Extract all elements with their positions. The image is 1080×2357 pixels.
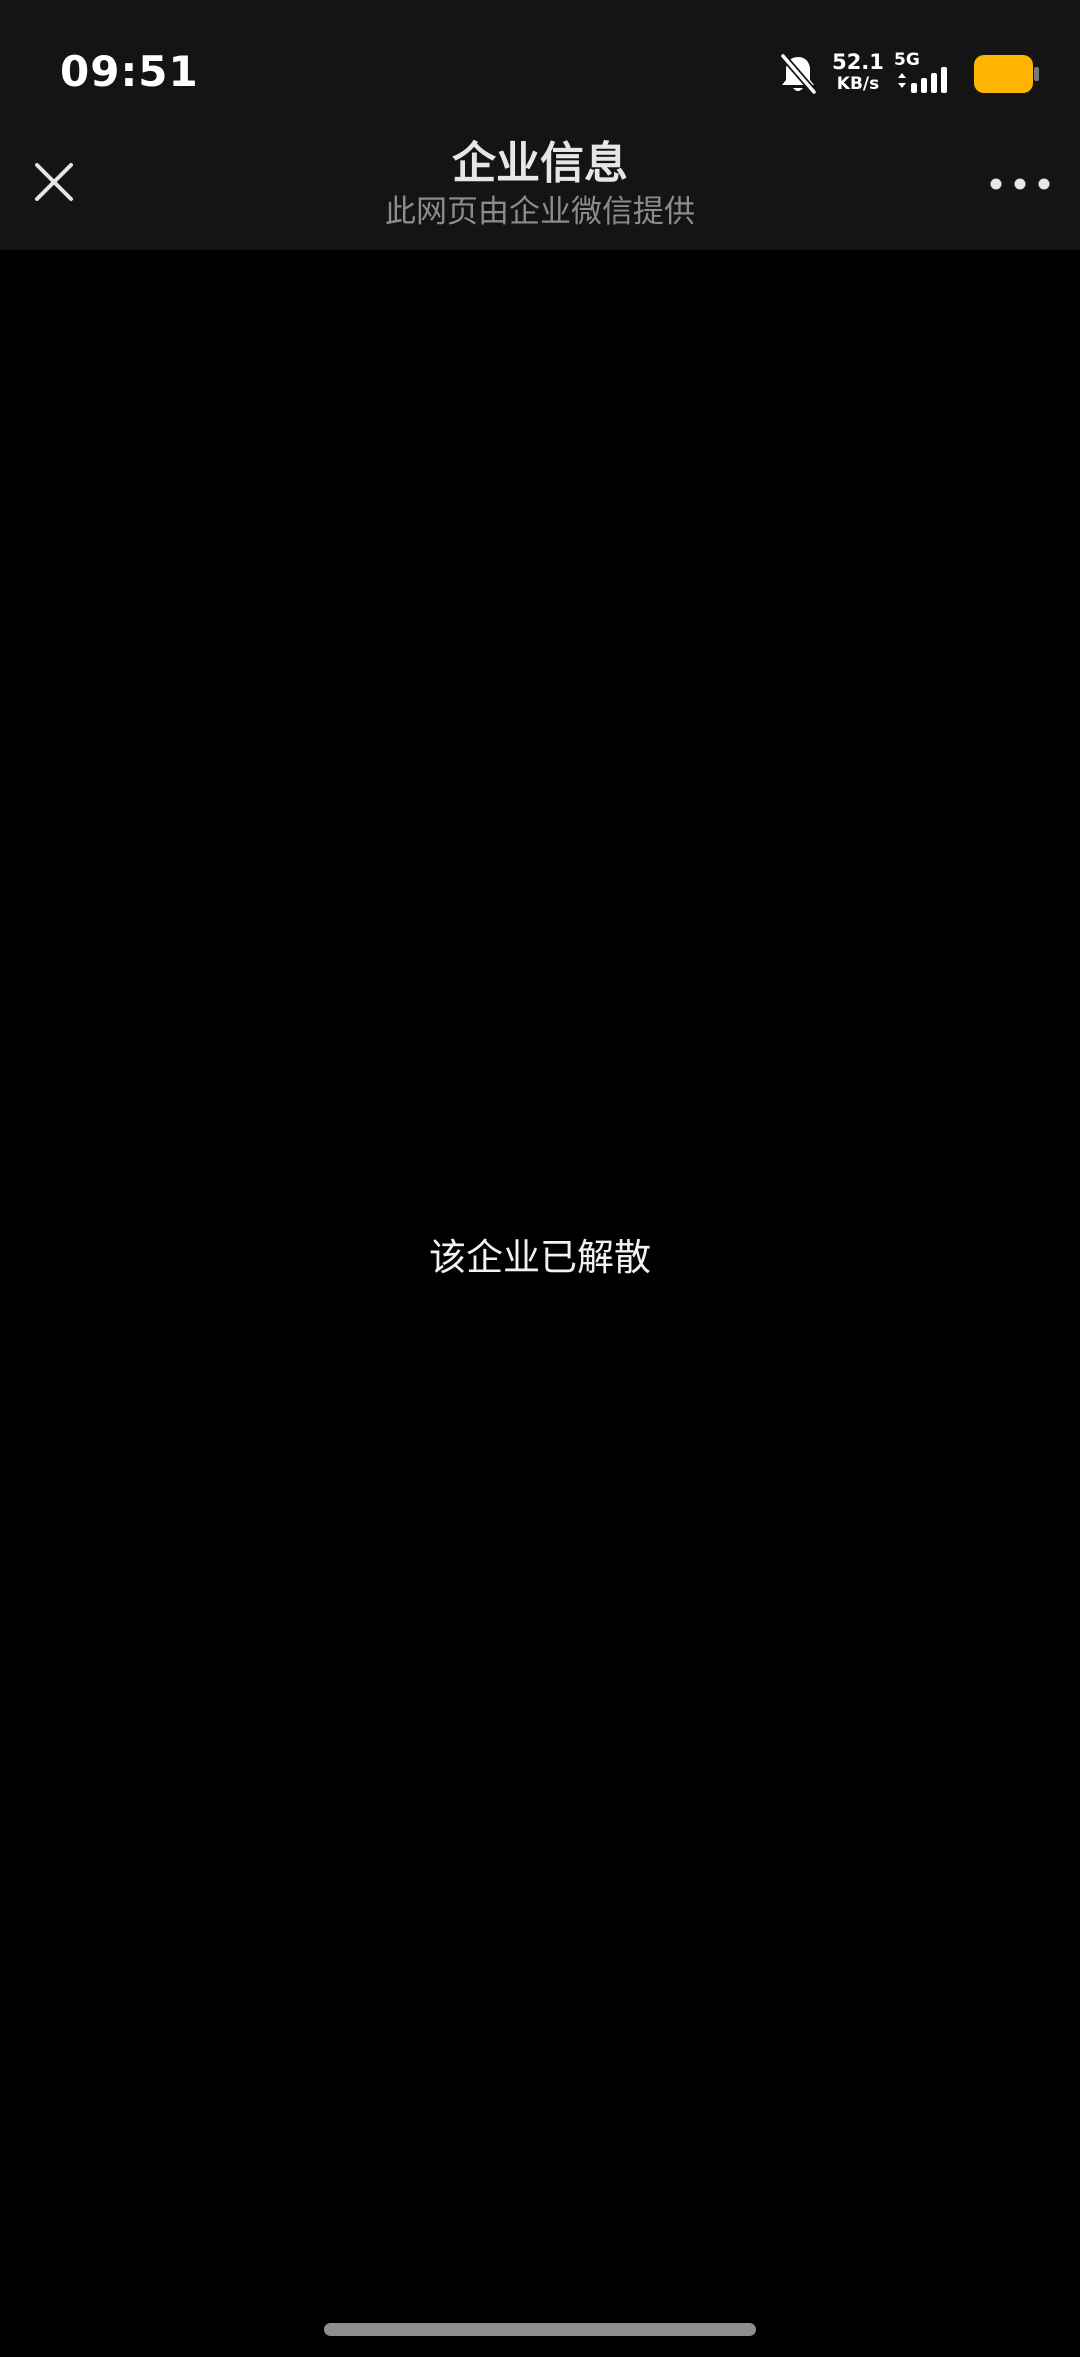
web-content: 该企业已解散 [0,250,1080,2357]
close-icon [35,163,73,201]
home-indicator[interactable] [324,2323,756,2336]
nav-bar: 企业信息 此网页由企业微信提供 [0,128,1080,250]
cellular-signal: 5G [894,50,964,94]
status-time: 09:51 [60,47,199,96]
signal-icon [894,64,960,96]
close-button[interactable] [22,150,86,214]
page-title: 企业信息 [452,138,628,189]
status-bar: 09:51 52.1 KB/s 5G [0,0,1080,128]
page-subtitle: 此网页由企业微信提供 [385,194,695,230]
more-button[interactable] [982,154,1058,214]
screen: 09:51 52.1 KB/s 5G 企业信息 此网页由企业微信提供 该企业已解… [0,0,1080,2357]
network-speed-value: 52.1 [832,50,884,74]
network-speed: 52.1 KB/s [830,50,886,94]
battery-icon [973,54,1041,94]
nav-title-group: 企业信息 此网页由企业微信提供 [240,134,840,232]
bell-muted-icon [778,52,818,96]
more-icon [990,178,1050,190]
status-message: 该企业已解散 [429,1236,651,1279]
network-speed-unit: KB/s [836,74,880,94]
status-indicators: 52.1 KB/s 5G [760,0,1080,128]
